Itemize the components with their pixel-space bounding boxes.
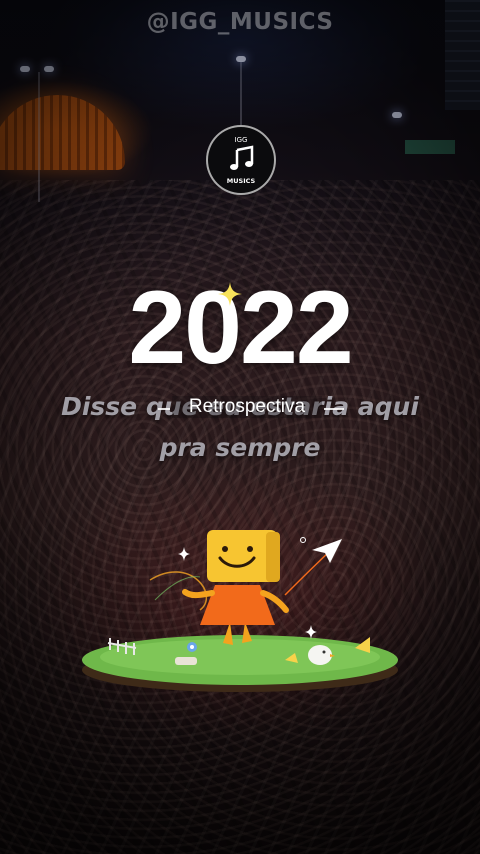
logo-bottom-text: MUSICS: [226, 177, 256, 185]
logo-top-text: IGG: [234, 136, 248, 144]
sparkle-icon: [305, 625, 317, 639]
video-frame: @IGG_MUSICS IGG MUSICS 2022 Disse que eu…: [0, 0, 480, 854]
lyric-line-2: pra sempre: [159, 433, 321, 462]
retrospective-divider-right: [324, 408, 344, 410]
sparkle-icon: [178, 547, 190, 561]
watermark-handle: @IGG_MUSICS: [146, 9, 334, 35]
retrospective-label: Retrospectiva: [172, 396, 322, 418]
mascot-illustration: [82, 530, 398, 692]
channel-logo: IGG MUSICS: [206, 125, 276, 195]
paper-plane-icon: [312, 539, 342, 563]
music-note-icon: [230, 145, 254, 170]
mascot-character: [182, 530, 289, 645]
chick-decoration: [308, 645, 332, 665]
retrospective-divider-left: [158, 408, 170, 410]
sparkle-icon: [218, 282, 242, 306]
